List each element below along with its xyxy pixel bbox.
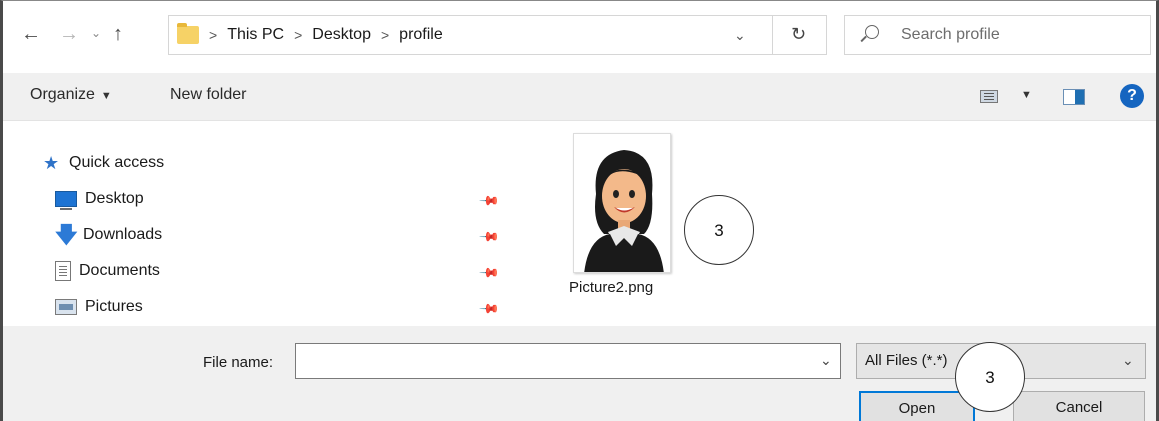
image-thumbnail xyxy=(573,133,671,273)
change-view-icon[interactable] xyxy=(980,90,998,103)
sidebar-item-desktop[interactable]: Desktop xyxy=(55,185,144,213)
desktop-icon xyxy=(55,191,77,210)
breadcrumb: > This PC > Desktop > profile xyxy=(209,26,443,44)
sidebar-item-label: Desktop xyxy=(85,190,144,207)
woman-avatar-icon xyxy=(584,150,664,272)
search-icon xyxy=(865,25,879,39)
up-arrow-icon[interactable]: ↑ xyxy=(113,23,123,46)
pin-icon[interactable]: 📌 xyxy=(478,262,500,285)
help-icon[interactable]: ? xyxy=(1120,84,1144,108)
navigation-pane: ★ Quick access Desktop 🡇 Downloads Docum… xyxy=(3,121,523,326)
cancel-button[interactable]: Cancel xyxy=(1013,391,1145,421)
chevron-down-icon[interactable]: ⌄ xyxy=(1122,352,1134,369)
sidebar-item-label: Pictures xyxy=(85,298,143,315)
sidebar-item-label: Documents xyxy=(79,262,160,279)
download-icon: 🡇 xyxy=(55,222,78,247)
sidebar-item-downloads[interactable]: 🡇 Downloads xyxy=(55,221,162,249)
command-bar: Organize ▼ New folder ▼ ? xyxy=(3,73,1156,121)
breadcrumb-desktop[interactable]: Desktop xyxy=(312,26,371,44)
search-input[interactable] xyxy=(901,24,1141,46)
pictures-icon xyxy=(55,299,77,315)
address-bar[interactable]: > This PC > Desktop > profile ⌄ xyxy=(168,15,773,55)
step-callout-circle: 3 xyxy=(684,195,754,265)
back-arrow-icon[interactable]: ← xyxy=(21,23,41,46)
recent-locations-chevron-icon[interactable]: ⌄ xyxy=(91,26,101,40)
sidebar-item-quick-access[interactable]: ★ Quick access xyxy=(43,149,164,177)
file-type-filter-value: All Files (*.*) xyxy=(865,352,948,369)
organize-label: Organize xyxy=(30,86,95,103)
forward-arrow-icon[interactable]: → xyxy=(59,23,79,46)
chevron-down-icon[interactable]: ⌄ xyxy=(734,27,746,44)
caret-down-icon[interactable]: ▼ xyxy=(1021,89,1032,101)
breadcrumb-this-pc[interactable]: This PC xyxy=(227,26,284,44)
file-name-field-label: File name: xyxy=(203,354,274,371)
preview-pane-icon[interactable] xyxy=(1063,89,1085,105)
refresh-button[interactable]: ↻ xyxy=(773,15,827,55)
sidebar-item-documents[interactable]: Documents xyxy=(55,257,160,285)
sidebar-item-label: Quick access xyxy=(69,154,165,171)
breadcrumb-separator[interactable]: > xyxy=(209,27,217,43)
pin-icon[interactable]: 📌 xyxy=(478,226,500,249)
new-folder-button[interactable]: New folder xyxy=(170,86,246,104)
chevron-down-icon[interactable]: ⌄ xyxy=(820,352,832,369)
step-callout-circle: 3 xyxy=(955,342,1025,412)
documents-icon xyxy=(55,261,71,281)
caret-down-icon: ▼ xyxy=(100,90,112,102)
sidebar-item-label: Downloads xyxy=(83,226,163,243)
pin-icon[interactable]: 📌 xyxy=(478,190,500,213)
breadcrumb-separator[interactable]: > xyxy=(294,27,302,43)
refresh-icon: ↻ xyxy=(791,24,807,44)
open-button[interactable]: Open xyxy=(859,391,975,421)
file-name-field[interactable]: ⌄ xyxy=(295,343,841,379)
organize-button[interactable]: Organize ▼ xyxy=(30,86,112,104)
sidebar-item-pictures[interactable]: Pictures xyxy=(55,293,143,321)
breadcrumb-separator[interactable]: > xyxy=(381,27,389,43)
star-icon: ★ xyxy=(43,153,60,173)
breadcrumb-profile[interactable]: profile xyxy=(399,26,443,44)
folder-icon xyxy=(177,23,199,44)
file-name-label: Picture2.png xyxy=(569,279,654,296)
file-list-view: Picture2.png xyxy=(523,121,1156,326)
address-row: ← → ⌄ ↑ > This PC > Desktop > profile ⌄ … xyxy=(3,1,1156,73)
pin-icon[interactable]: 📌 xyxy=(478,298,500,321)
search-box[interactable] xyxy=(844,15,1151,55)
